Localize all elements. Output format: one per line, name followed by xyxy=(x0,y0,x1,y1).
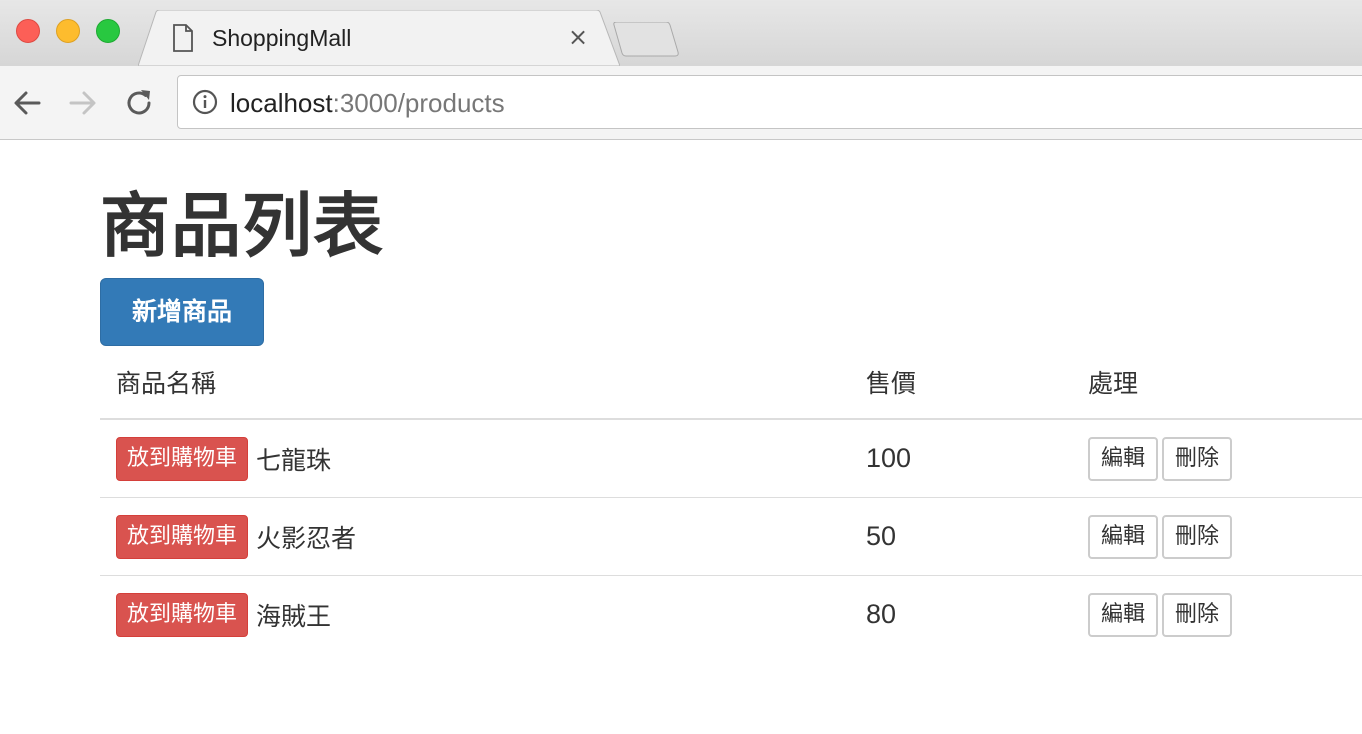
reload-icon[interactable] xyxy=(122,86,156,120)
window-close-button[interactable] xyxy=(16,19,40,43)
table-row: 放到購物車 七龍珠 100 編輯 刪除 xyxy=(100,419,1362,498)
product-actions-cell: 編輯 刪除 xyxy=(1072,497,1362,576)
product-price: 100 xyxy=(866,443,912,473)
address-bar[interactable]: localhost:3000/products xyxy=(177,75,1362,129)
browser-titlebar: ShoppingMall × xyxy=(0,0,1362,66)
edit-button[interactable]: 編輯 xyxy=(1088,436,1159,481)
product-price-cell: 100 xyxy=(850,419,1072,498)
products-table: 商品名稱 售價 處理 放到購物車 七龍珠 100 編輯 刪除 放到購物車 火影忍者 5… xyxy=(100,346,1362,653)
window-maximize-button[interactable] xyxy=(96,19,120,43)
product-name-cell: 放到購物車 火影忍者 xyxy=(100,497,850,576)
tab-shape xyxy=(138,10,620,66)
header-price: 售價 xyxy=(850,346,1072,420)
new-tab-button[interactable] xyxy=(612,22,680,58)
window-minimize-button[interactable] xyxy=(56,19,80,43)
product-actions-cell: 編輯 刪除 xyxy=(1072,576,1362,654)
page-title: 商品列表 xyxy=(100,185,384,267)
browser-toolbar: localhost:3000/products xyxy=(0,66,1362,140)
product-price: 80 xyxy=(866,599,897,629)
add-to-cart-button[interactable]: 放到購物車 xyxy=(116,514,249,559)
add-to-cart-button[interactable]: 放到購物車 xyxy=(116,436,249,481)
header-product-name: 商品名稱 xyxy=(100,346,850,420)
browser-tab-active[interactable]: ShoppingMall × xyxy=(138,10,620,66)
forward-icon[interactable] xyxy=(66,86,100,120)
url-host: localhost xyxy=(230,88,333,118)
table-row: 放到購物車 火影忍者 50 編輯 刪除 xyxy=(100,497,1362,576)
back-icon[interactable] xyxy=(10,86,44,120)
table-header-row: 商品名稱 售價 處理 xyxy=(100,346,1362,420)
product-name: 火影忍者 xyxy=(256,523,357,553)
table-row: 放到購物車 海賊王 80 編輯 刪除 xyxy=(100,576,1362,654)
product-name: 七龍珠 xyxy=(256,445,332,475)
tab-title: ShoppingMall xyxy=(212,25,352,51)
add-to-cart-button[interactable]: 放到購物車 xyxy=(116,592,249,637)
add-product-button[interactable]: 新增商品 xyxy=(100,278,264,346)
delete-button[interactable]: 刪除 xyxy=(1162,436,1233,481)
delete-button[interactable]: 刪除 xyxy=(1162,514,1233,559)
edit-button[interactable]: 編輯 xyxy=(1088,514,1159,559)
url-text: localhost:3000/products xyxy=(230,88,505,118)
header-actions: 處理 xyxy=(1072,346,1362,420)
product-price: 50 xyxy=(866,521,897,551)
info-icon[interactable] xyxy=(192,89,218,115)
product-price-cell: 80 xyxy=(850,576,1072,654)
product-name-cell: 放到購物車 七龍珠 xyxy=(100,419,850,498)
product-actions-cell: 編輯 刪除 xyxy=(1072,419,1362,498)
url-path: :3000/products xyxy=(332,88,505,118)
tab-close-icon[interactable]: × xyxy=(566,25,590,49)
delete-button[interactable]: 刪除 xyxy=(1162,592,1233,637)
product-name: 海賊王 xyxy=(256,601,332,631)
document-icon xyxy=(173,24,193,52)
product-name-cell: 放到購物車 海賊王 xyxy=(100,576,850,654)
edit-button[interactable]: 編輯 xyxy=(1088,592,1159,637)
product-price-cell: 50 xyxy=(850,497,1072,576)
